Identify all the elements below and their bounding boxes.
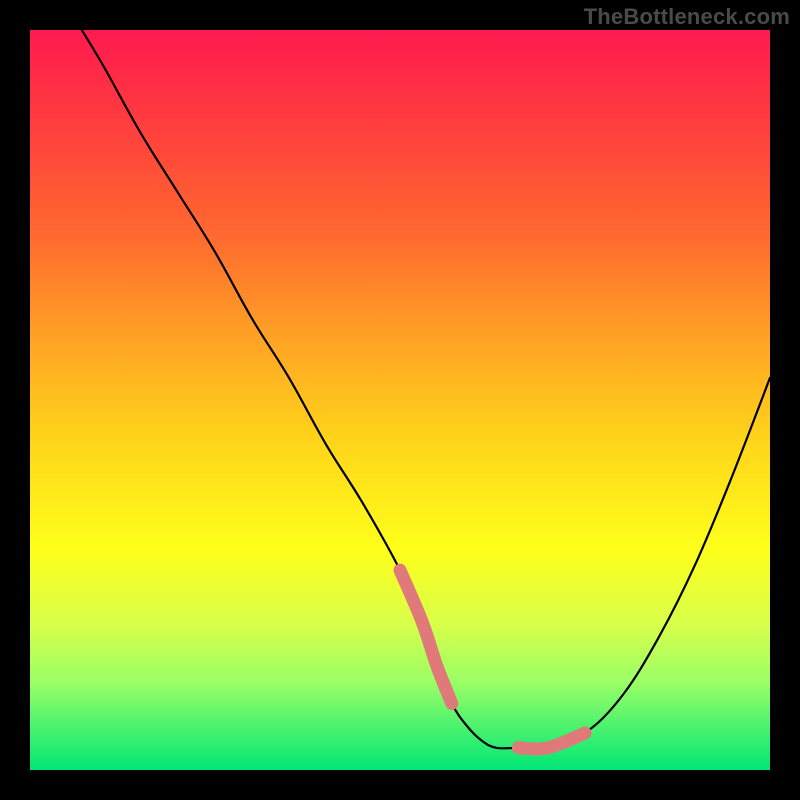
bottleneck-curve	[82, 30, 770, 749]
chart-frame: TheBottleneck.com	[0, 0, 800, 800]
highlight-segment	[400, 570, 452, 703]
highlight-segment	[518, 733, 585, 749]
curve-highlight	[400, 570, 585, 749]
watermark-text: TheBottleneck.com	[584, 4, 790, 30]
plot-area	[30, 30, 770, 770]
curve-svg	[30, 30, 770, 770]
